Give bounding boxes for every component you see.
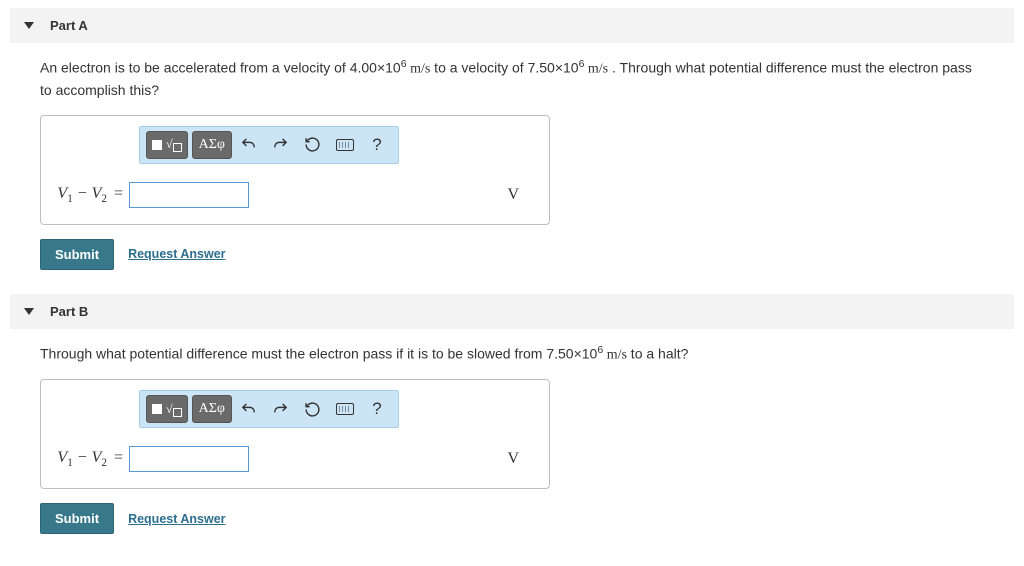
undo-button[interactable] [234, 395, 264, 423]
answer-lhs: V1 − V2 = [53, 185, 129, 205]
redo-button[interactable] [266, 131, 296, 159]
part-a-question: An electron is to be accelerated from a … [10, 57, 1014, 115]
help-button[interactable]: ? [362, 395, 392, 423]
caret-down-icon [24, 308, 34, 315]
request-answer-link[interactable]: Request Answer [128, 512, 225, 526]
part-b-title: Part B [50, 304, 88, 319]
template-picker-button[interactable]: √ [146, 131, 188, 159]
answer-unit: V [507, 450, 537, 468]
part-a-header[interactable]: Part A [10, 8, 1014, 43]
part-b-header[interactable]: Part B [10, 294, 1014, 329]
help-button[interactable]: ? [362, 131, 392, 159]
part-a-answer-box: √ ΑΣφ ? V1 − V2 = V [40, 115, 550, 225]
box-icon [152, 404, 162, 414]
keyboard-icon [336, 403, 354, 415]
reset-button[interactable] [298, 131, 328, 159]
part-b-question: Through what potential difference must t… [10, 343, 1014, 380]
greek-letters-button[interactable]: ΑΣφ [192, 395, 232, 423]
answer-input[interactable] [129, 446, 249, 472]
equation-toolbar: √ ΑΣφ ? [139, 390, 399, 428]
request-answer-link[interactable]: Request Answer [128, 247, 225, 261]
equation-toolbar: √ ΑΣφ ? [139, 126, 399, 164]
reset-button[interactable] [298, 395, 328, 423]
keyboard-button[interactable] [330, 395, 360, 423]
answer-input[interactable] [129, 182, 249, 208]
answer-lhs: V1 − V2 = [53, 449, 129, 469]
answer-unit: V [507, 186, 537, 204]
submit-button[interactable]: Submit [40, 503, 114, 534]
greek-letters-button[interactable]: ΑΣφ [192, 131, 232, 159]
box-icon [152, 140, 162, 150]
keyboard-button[interactable] [330, 131, 360, 159]
caret-down-icon [24, 22, 34, 29]
sqrt-icon: √ [166, 137, 182, 152]
sqrt-icon: √ [166, 402, 182, 417]
template-picker-button[interactable]: √ [146, 395, 188, 423]
keyboard-icon [336, 139, 354, 151]
part-b-answer-box: √ ΑΣφ ? V1 − V2 = V [40, 379, 550, 489]
undo-button[interactable] [234, 131, 264, 159]
redo-button[interactable] [266, 395, 296, 423]
part-a-title: Part A [50, 18, 88, 33]
submit-button[interactable]: Submit [40, 239, 114, 270]
